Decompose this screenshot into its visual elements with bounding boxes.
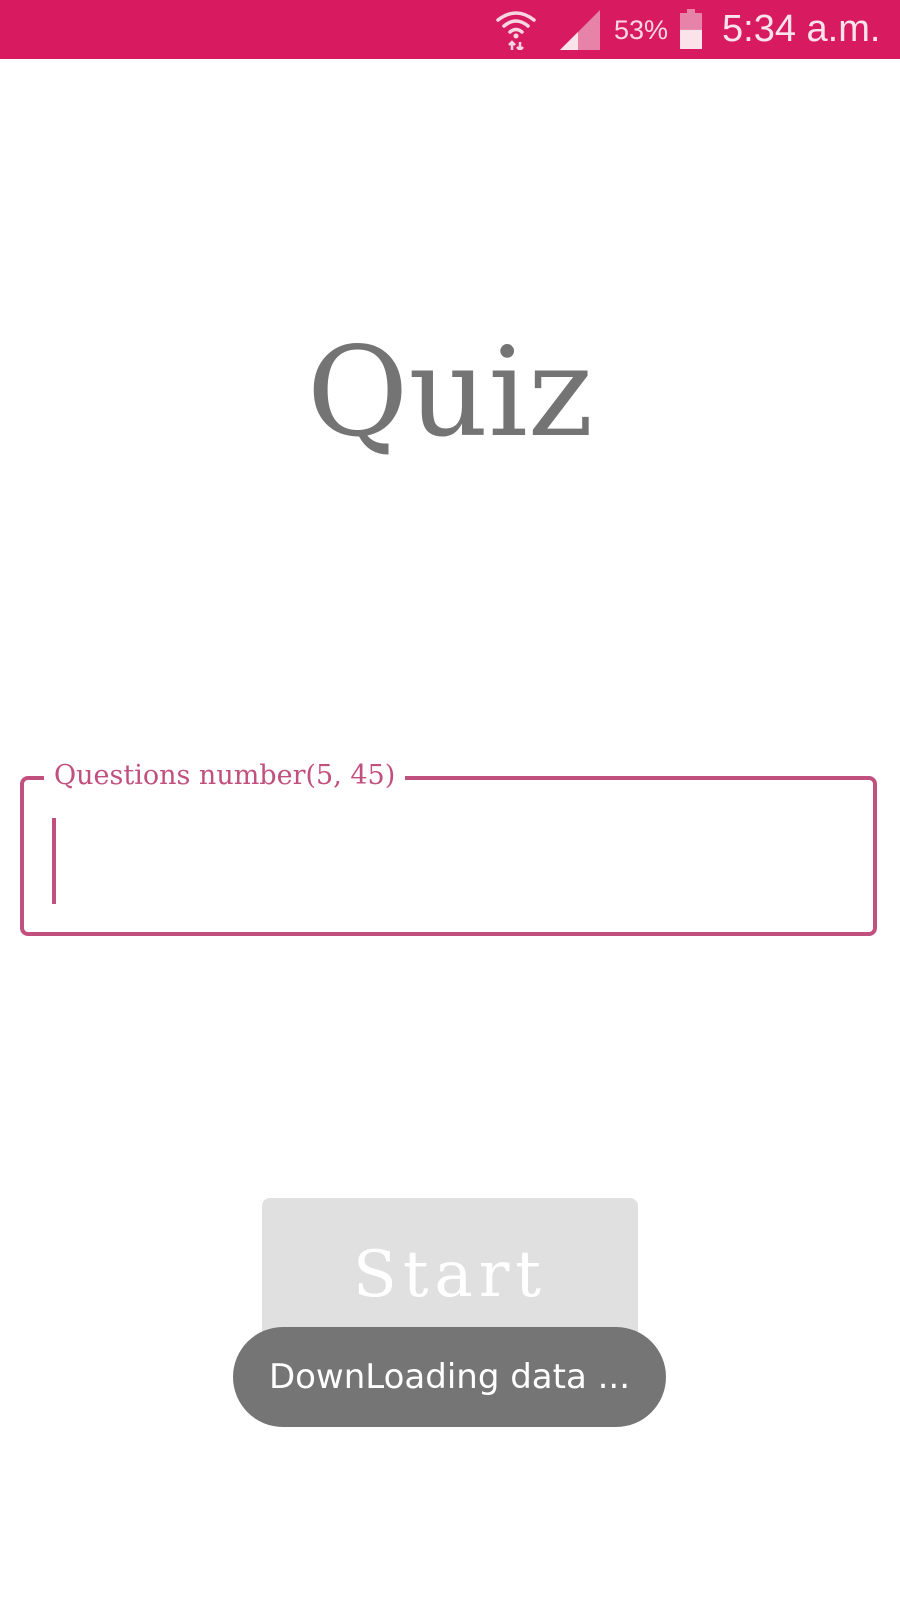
toast-message: DownLoading data ... [268,1357,631,1397]
start-button[interactable]: Start [262,1198,638,1348]
questions-number-label: Questions number(5, 45) [44,754,406,798]
battery-percent: 53% [614,15,669,45]
page-title: Quiz [306,321,594,465]
questions-number-input[interactable] [36,794,856,904]
cell-signal-icon [560,10,600,50]
start-button-label: Start [352,1238,548,1312]
toast: DownLoading data ... [233,1327,666,1427]
quiz-screen: 53% 5:34 a.m. Quiz Questions number(5, 4… [0,0,900,1600]
wifi-icon [496,11,536,50]
battery-icon [680,9,702,49]
status-bar: 53% 5:34 a.m. [0,0,900,59]
text-cursor [52,818,56,904]
clock: 5:34 a.m. [722,8,881,50]
questions-number-field[interactable]: Questions number(5, 45) [20,754,877,936]
